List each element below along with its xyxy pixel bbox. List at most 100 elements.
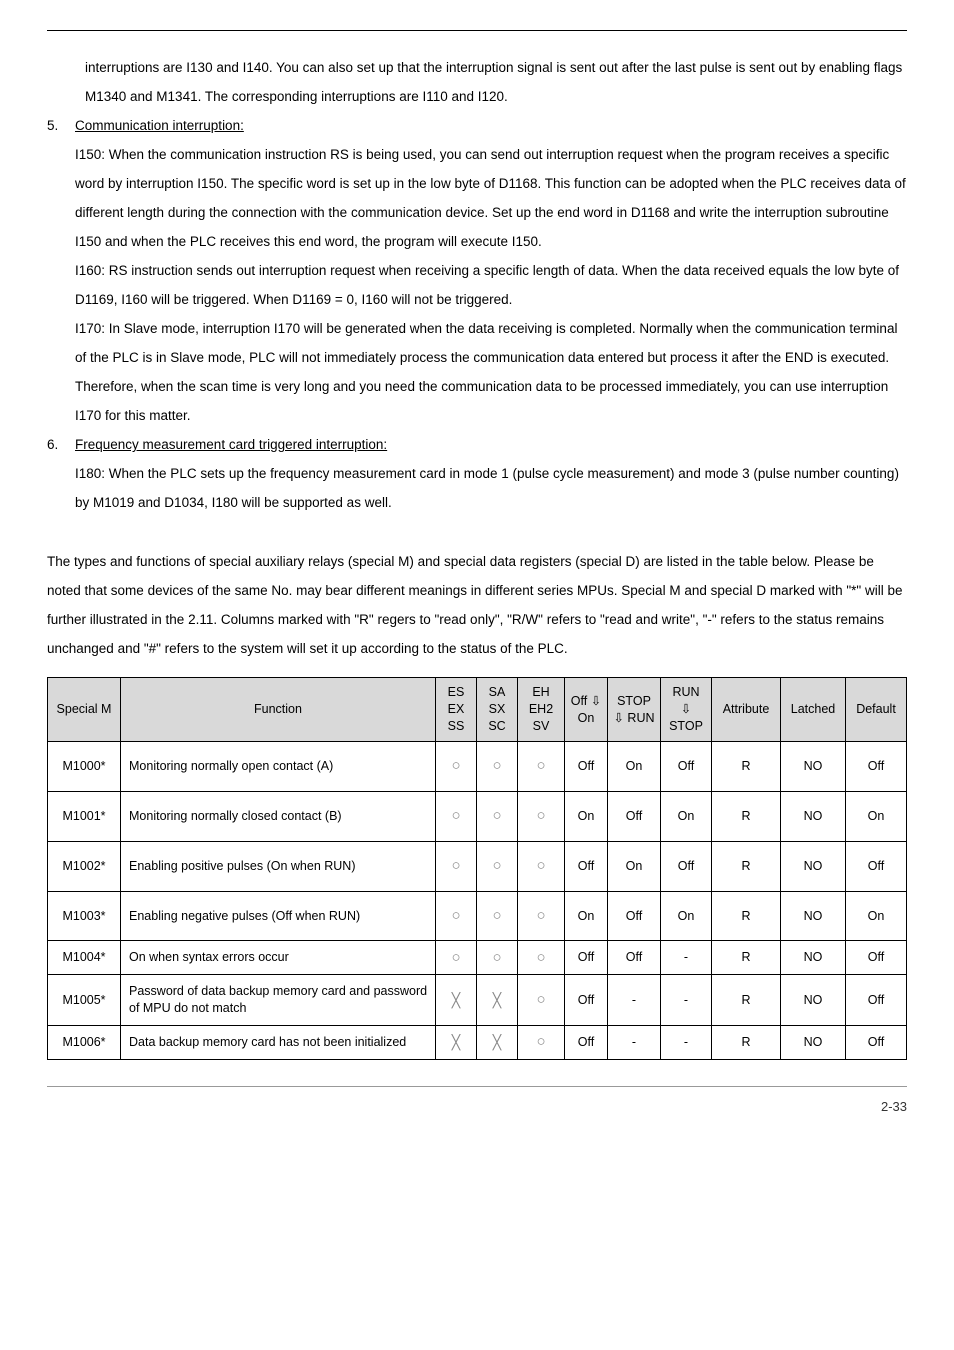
th-es-ex-ss: ES EX SS bbox=[436, 678, 477, 742]
th-off-on: Off ⇩ On bbox=[565, 678, 608, 742]
table-cell: On bbox=[846, 791, 907, 841]
table-cell-symbol: ○ bbox=[436, 891, 477, 941]
item5-p3: I170: In Slave mode, interruption I170 w… bbox=[75, 314, 907, 430]
item6-p1: I180: When the PLC sets up the frequency… bbox=[75, 459, 907, 517]
table-row: M1006*Data backup memory card has not be… bbox=[48, 1026, 907, 1060]
list-item-5: 5. Communication interruption: I150: Whe… bbox=[47, 111, 907, 430]
table-cell-symbol: ○ bbox=[436, 941, 477, 975]
table-cell-symbol: ○ bbox=[477, 841, 518, 891]
table-cell: - bbox=[661, 1026, 712, 1060]
th-attribute: Attribute bbox=[712, 678, 781, 742]
table-cell: R bbox=[712, 891, 781, 941]
table-cell: R bbox=[712, 791, 781, 841]
table-cell-symbol: ○ bbox=[436, 841, 477, 891]
table-cell-symbol: ╳ bbox=[477, 1026, 518, 1060]
table-cell-id: M1005* bbox=[48, 975, 121, 1026]
table-cell-symbol: ╳ bbox=[436, 975, 477, 1026]
table-cell-function: Monitoring normally open contact (A) bbox=[121, 741, 436, 791]
table-cell-symbol: ○ bbox=[477, 741, 518, 791]
table-row: M1005*Password of data backup memory car… bbox=[48, 975, 907, 1026]
table-cell-symbol: ○ bbox=[518, 741, 565, 791]
table-cell: Off bbox=[661, 741, 712, 791]
table-cell-symbol: ○ bbox=[477, 941, 518, 975]
section-heading-communication: Communication interruption: bbox=[75, 118, 244, 133]
list-num-6: 6. bbox=[47, 430, 75, 459]
th-sa-sx-sc: SA SX SC bbox=[477, 678, 518, 742]
table-cell: Off bbox=[846, 941, 907, 975]
table-cell: R bbox=[712, 741, 781, 791]
table-cell: R bbox=[712, 841, 781, 891]
th-run-stop: RUN ⇩ STOP bbox=[661, 678, 712, 742]
table-cell: Off bbox=[608, 891, 661, 941]
th-latched: Latched bbox=[781, 678, 846, 742]
table-cell-symbol: ○ bbox=[518, 791, 565, 841]
item5-p1: I150: When the communication instruction… bbox=[75, 140, 907, 256]
table-row: M1002*Enabling positive pulses (On when … bbox=[48, 841, 907, 891]
table-cell: Off bbox=[565, 1026, 608, 1060]
table-cell-function: Data backup memory card has not been ini… bbox=[121, 1026, 436, 1060]
table-row: M1000*Monitoring normally open contact (… bbox=[48, 741, 907, 791]
table-cell: Off bbox=[565, 941, 608, 975]
table-cell-function: On when syntax errors occur bbox=[121, 941, 436, 975]
table-cell: Off bbox=[565, 975, 608, 1026]
table-cell-id: M1006* bbox=[48, 1026, 121, 1060]
table-cell-function: Enabling negative pulses (Off when RUN) bbox=[121, 891, 436, 941]
th-default: Default bbox=[846, 678, 907, 742]
table-cell: R bbox=[712, 975, 781, 1026]
table-cell-symbol: ○ bbox=[436, 741, 477, 791]
table-cell: - bbox=[661, 975, 712, 1026]
table-cell: Off bbox=[565, 841, 608, 891]
continuation-text: interruptions are I130 and I140. You can… bbox=[47, 53, 907, 111]
table-cell-symbol: ○ bbox=[518, 941, 565, 975]
table-cell: Off bbox=[608, 941, 661, 975]
table-cell-symbol: ○ bbox=[518, 975, 565, 1026]
relay-table: Special M Function ES EX SS SA SX SC EH … bbox=[47, 677, 907, 1060]
table-cell: On bbox=[608, 741, 661, 791]
table-cell: - bbox=[608, 975, 661, 1026]
table-cell: NO bbox=[781, 891, 846, 941]
table-cell: On bbox=[565, 791, 608, 841]
table-cell: NO bbox=[781, 941, 846, 975]
table-header-row: Special M Function ES EX SS SA SX SC EH … bbox=[48, 678, 907, 742]
table-cell-symbol: ○ bbox=[477, 891, 518, 941]
table-row: M1001*Monitoring normally closed contact… bbox=[48, 791, 907, 841]
section-heading-frequency: Frequency measurement card triggered int… bbox=[75, 437, 387, 452]
table-cell: Off bbox=[608, 791, 661, 841]
table-row: M1003*Enabling negative pulses (Off when… bbox=[48, 891, 907, 941]
table-cell: NO bbox=[781, 791, 846, 841]
table-cell-symbol: ╳ bbox=[436, 1026, 477, 1060]
table-cell-symbol: ╳ bbox=[477, 975, 518, 1026]
table-cell: NO bbox=[781, 975, 846, 1026]
table-cell-function: Password of data backup memory card and … bbox=[121, 975, 436, 1026]
footer: 2-33 bbox=[47, 1086, 907, 1121]
table-cell: Off bbox=[661, 841, 712, 891]
table-cell-id: M1003* bbox=[48, 891, 121, 941]
table-cell-symbol: ○ bbox=[518, 891, 565, 941]
table-cell: Off bbox=[846, 841, 907, 891]
table-cell: Off bbox=[846, 1026, 907, 1060]
list-item-6: 6. Frequency measurement card triggered … bbox=[47, 430, 907, 517]
table-cell-id: M1004* bbox=[48, 941, 121, 975]
table-cell-symbol: ○ bbox=[436, 791, 477, 841]
table-cell: Off bbox=[846, 975, 907, 1026]
table-row: M1004*On when syntax errors occur○○○OffO… bbox=[48, 941, 907, 975]
table-cell-symbol: ○ bbox=[477, 791, 518, 841]
table-cell-id: M1002* bbox=[48, 841, 121, 891]
item5-p2: I160: RS instruction sends out interrupt… bbox=[75, 256, 907, 314]
table-cell-symbol: ○ bbox=[518, 1026, 565, 1060]
table-cell: On bbox=[846, 891, 907, 941]
table-cell: NO bbox=[781, 841, 846, 891]
table-cell: Off bbox=[846, 741, 907, 791]
table-cell: On bbox=[661, 791, 712, 841]
table-cell: - bbox=[608, 1026, 661, 1060]
table-cell: On bbox=[565, 891, 608, 941]
th-stop-run: STOP ⇩ RUN bbox=[608, 678, 661, 742]
table-explanation: The types and functions of special auxil… bbox=[47, 547, 907, 663]
th-special-m: Special M bbox=[48, 678, 121, 742]
table-cell-symbol: ○ bbox=[518, 841, 565, 891]
table-cell: - bbox=[661, 941, 712, 975]
table-cell: R bbox=[712, 941, 781, 975]
table-cell: Off bbox=[565, 741, 608, 791]
table-cell-id: M1000* bbox=[48, 741, 121, 791]
top-rule bbox=[47, 30, 907, 31]
